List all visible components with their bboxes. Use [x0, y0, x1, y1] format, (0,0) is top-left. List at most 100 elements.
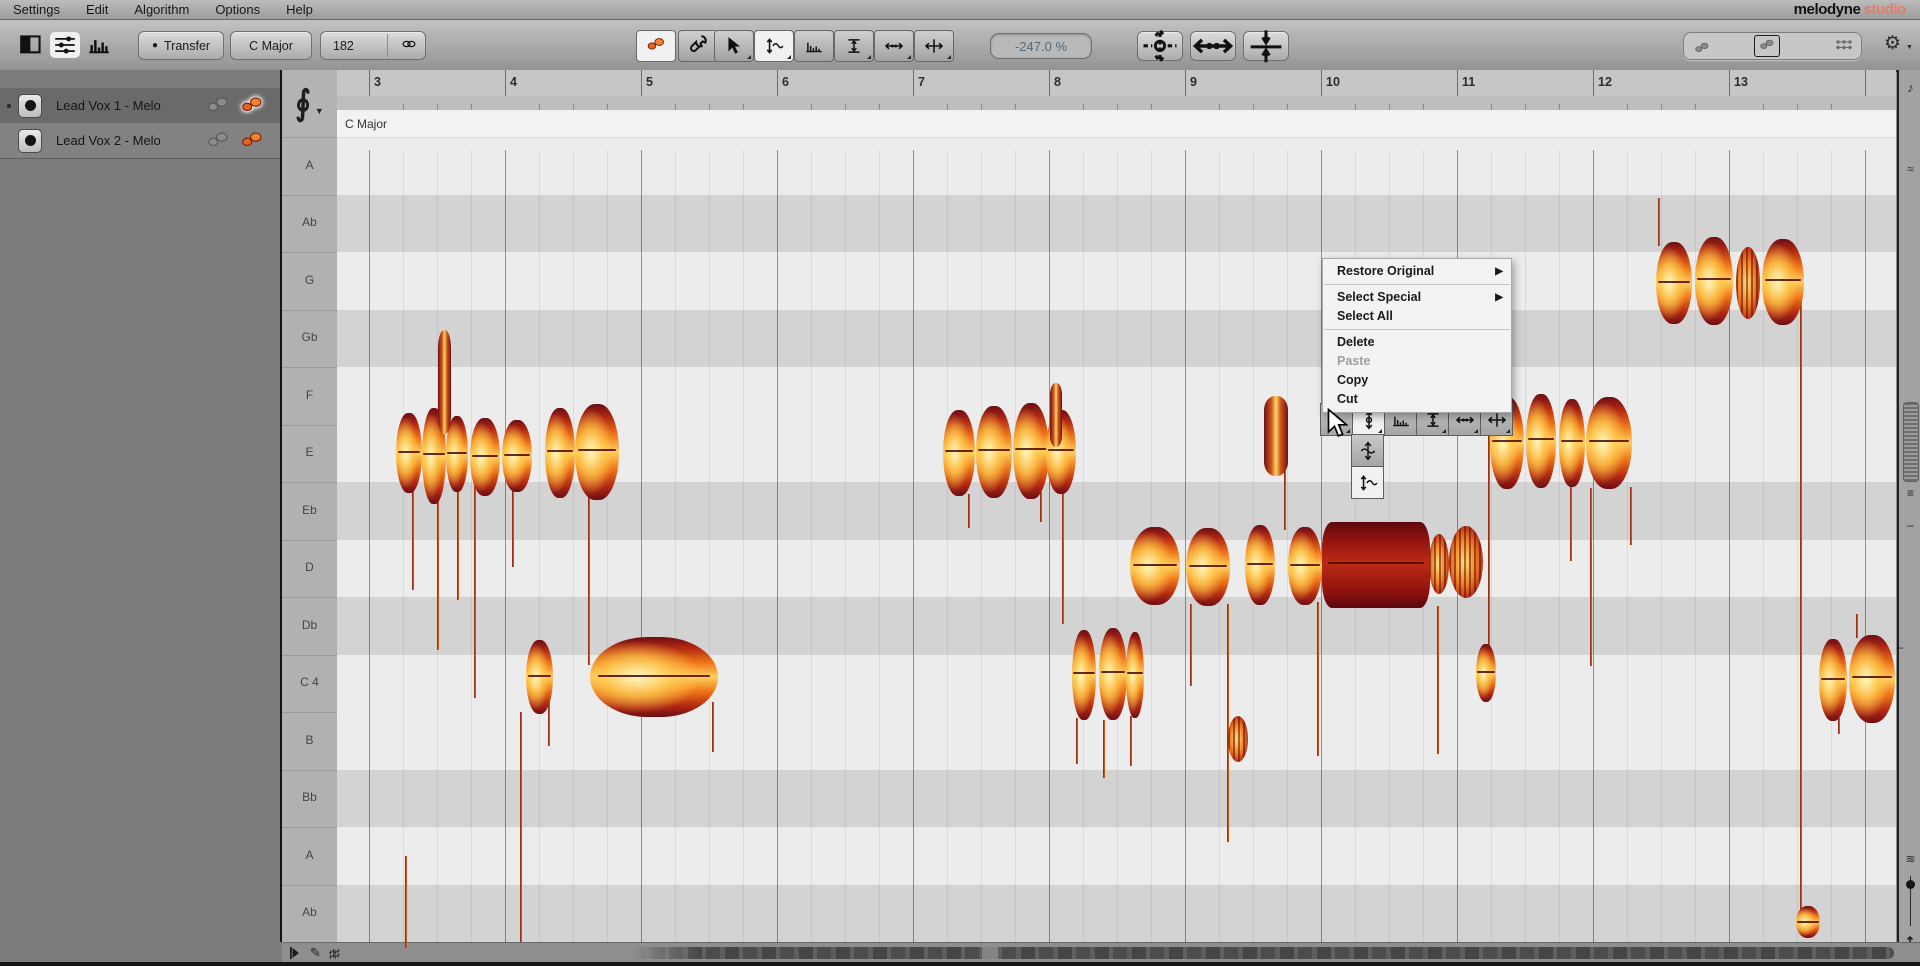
note-blob[interactable]: [545, 408, 575, 498]
note-blob[interactable]: [590, 637, 718, 717]
note-blob[interactable]: [575, 404, 619, 500]
context-menu: Restore Original▶ Select Special▶Select A…: [1322, 258, 1512, 413]
track-sidebar: Lead Vox 1 - MeloLead Vox 2 - Melo: [0, 70, 282, 962]
note-blob[interactable]: [1186, 528, 1230, 606]
note-blob[interactable]: [1695, 237, 1733, 325]
tempo-field[interactable]: 182: [320, 31, 426, 60]
menu-item-algorithm[interactable]: Algorithm: [121, 2, 202, 17]
menu-item-edit[interactable]: Edit: [73, 2, 121, 17]
note-blob[interactable]: [943, 410, 975, 496]
gear-dropdown-arrow[interactable]: ▼: [1906, 44, 1913, 51]
track-row[interactable]: Lead Vox 1 - Melo: [0, 88, 280, 124]
transfer-button[interactable]: ● Transfer: [138, 31, 224, 60]
key-signature-row[interactable]: C Major: [337, 110, 1896, 138]
note-blob-mode-button[interactable]: [636, 30, 676, 62]
menu-item-help[interactable]: Help: [273, 2, 326, 17]
context-menu-item-delete[interactable]: Delete: [1323, 333, 1511, 352]
note-tail: [1800, 300, 1802, 930]
dash-icon[interactable]: –: [1899, 518, 1920, 532]
tempo-link-icon[interactable]: [401, 38, 417, 53]
clef-selector[interactable]: ∮ ▼: [282, 70, 339, 137]
note-blob[interactable]: [1762, 239, 1804, 325]
note-blob[interactable]: [1245, 525, 1275, 605]
overview-waveform[interactable]: [632, 947, 1894, 959]
monitor-blob-icon[interactable]: [206, 97, 230, 115]
pitch-row-label: F: [282, 388, 337, 402]
timing-macro-button[interactable]: [1190, 31, 1236, 61]
formant-tool-button[interactable]: [794, 30, 834, 62]
mixer-icon[interactable]: [50, 32, 80, 58]
lines-icon[interactable]: ≡: [1899, 486, 1920, 500]
modulation-subpalette-button[interactable]: [1351, 434, 1384, 467]
amplitude-tool-button[interactable]: [834, 30, 874, 62]
note-blob[interactable]: [526, 640, 553, 714]
note-blob[interactable]: [1099, 628, 1127, 720]
zoom-thumb[interactable]: [1754, 35, 1780, 57]
accidentals-icon[interactable]: ♯♯: [329, 946, 338, 961]
note-blob[interactable]: [1449, 526, 1483, 598]
note-blob[interactable]: [1736, 247, 1760, 319]
edit-pencil-icon[interactable]: ✎: [310, 945, 321, 961]
note-blob[interactable]: [1288, 527, 1322, 605]
menu-item-settings[interactable]: Settings: [0, 2, 73, 17]
note-editor[interactable]: 345678910111213 C Major: [337, 70, 1896, 962]
menu-item-options[interactable]: Options: [202, 2, 273, 17]
settings-gear-icon[interactable]: ⚙: [1884, 32, 1901, 55]
scroll-waves-icon[interactable]: ≈: [1899, 162, 1920, 176]
cursor-tool-button[interactable]: [714, 30, 754, 62]
note-blob[interactable]: [438, 330, 451, 434]
vertical-scrollbar-thumb[interactable]: [1903, 402, 1919, 482]
algorithm-wrench-button[interactable]: [678, 30, 718, 62]
amplitude-waves-icon[interactable]: ≋: [1899, 852, 1920, 866]
measure-tick: [1593, 70, 1594, 96]
note-blob[interactable]: [1322, 522, 1430, 608]
note-blob[interactable]: [1072, 630, 1096, 720]
levels-icon[interactable]: [84, 32, 114, 58]
note-blob[interactable]: [470, 418, 500, 496]
note-blob[interactable]: [1264, 396, 1288, 476]
pitch-subpalette-button[interactable]: [1351, 466, 1384, 499]
note-icon[interactable]: ♪: [1899, 80, 1920, 95]
zoom-slider[interactable]: [1683, 32, 1862, 60]
playback-flag-icon[interactable]: [288, 946, 302, 960]
monitor-blob-icon[interactable]: [206, 132, 230, 150]
snap-macro-button[interactable]: [1137, 31, 1183, 61]
note-blob[interactable]: [1130, 527, 1180, 605]
zoom-slider-knob[interactable]: [1906, 880, 1915, 889]
note-blob[interactable]: [502, 420, 532, 492]
context-menu-item-copy[interactable]: Copy: [1323, 371, 1511, 390]
note-blob[interactable]: [1429, 534, 1449, 594]
beat-line: [1083, 150, 1084, 950]
note-blob[interactable]: [1559, 399, 1585, 487]
panes-icon[interactable]: [16, 32, 46, 58]
bar-ruler[interactable]: 345678910111213: [337, 70, 1896, 97]
note-blob[interactable]: [1586, 397, 1632, 489]
note-blob[interactable]: [396, 413, 422, 493]
track-row[interactable]: Lead Vox 2 - Melo: [0, 123, 280, 159]
note-blob[interactable]: [1476, 644, 1496, 702]
note-blob[interactable]: [1849, 635, 1895, 723]
record-arm-button[interactable]: [18, 94, 42, 118]
edit-blob-icon[interactable]: [240, 97, 264, 115]
handle-tool-button[interactable]: [914, 30, 954, 62]
note-blob[interactable]: [1819, 639, 1847, 721]
pitch-tool-button[interactable]: [754, 30, 794, 62]
transfer-label: Transfer: [164, 39, 210, 53]
timing-tool-button[interactable]: [874, 30, 914, 62]
note-blob[interactable]: [1796, 906, 1820, 938]
edit-blob-icon[interactable]: [240, 132, 264, 150]
context-menu-item-select-special[interactable]: Select Special▶: [1323, 288, 1511, 307]
note-blob[interactable]: [1656, 242, 1692, 324]
record-arm-button[interactable]: [18, 129, 42, 153]
note-blob[interactable]: [1526, 394, 1556, 488]
context-menu-item-restore-original[interactable]: Restore Original▶: [1323, 262, 1511, 281]
context-menu-item-select-all[interactable]: Select All: [1323, 307, 1511, 326]
note-blob[interactable]: [1228, 716, 1248, 762]
note-blob[interactable]: [976, 406, 1012, 498]
note-blob[interactable]: [1126, 632, 1144, 718]
note-blob[interactable]: [1050, 383, 1062, 447]
context-menu-item-cut[interactable]: Cut: [1323, 390, 1511, 409]
divide-macro-button[interactable]: [1243, 31, 1289, 61]
key-selector-button[interactable]: C Major: [230, 31, 312, 60]
note-blob[interactable]: [1013, 403, 1049, 499]
